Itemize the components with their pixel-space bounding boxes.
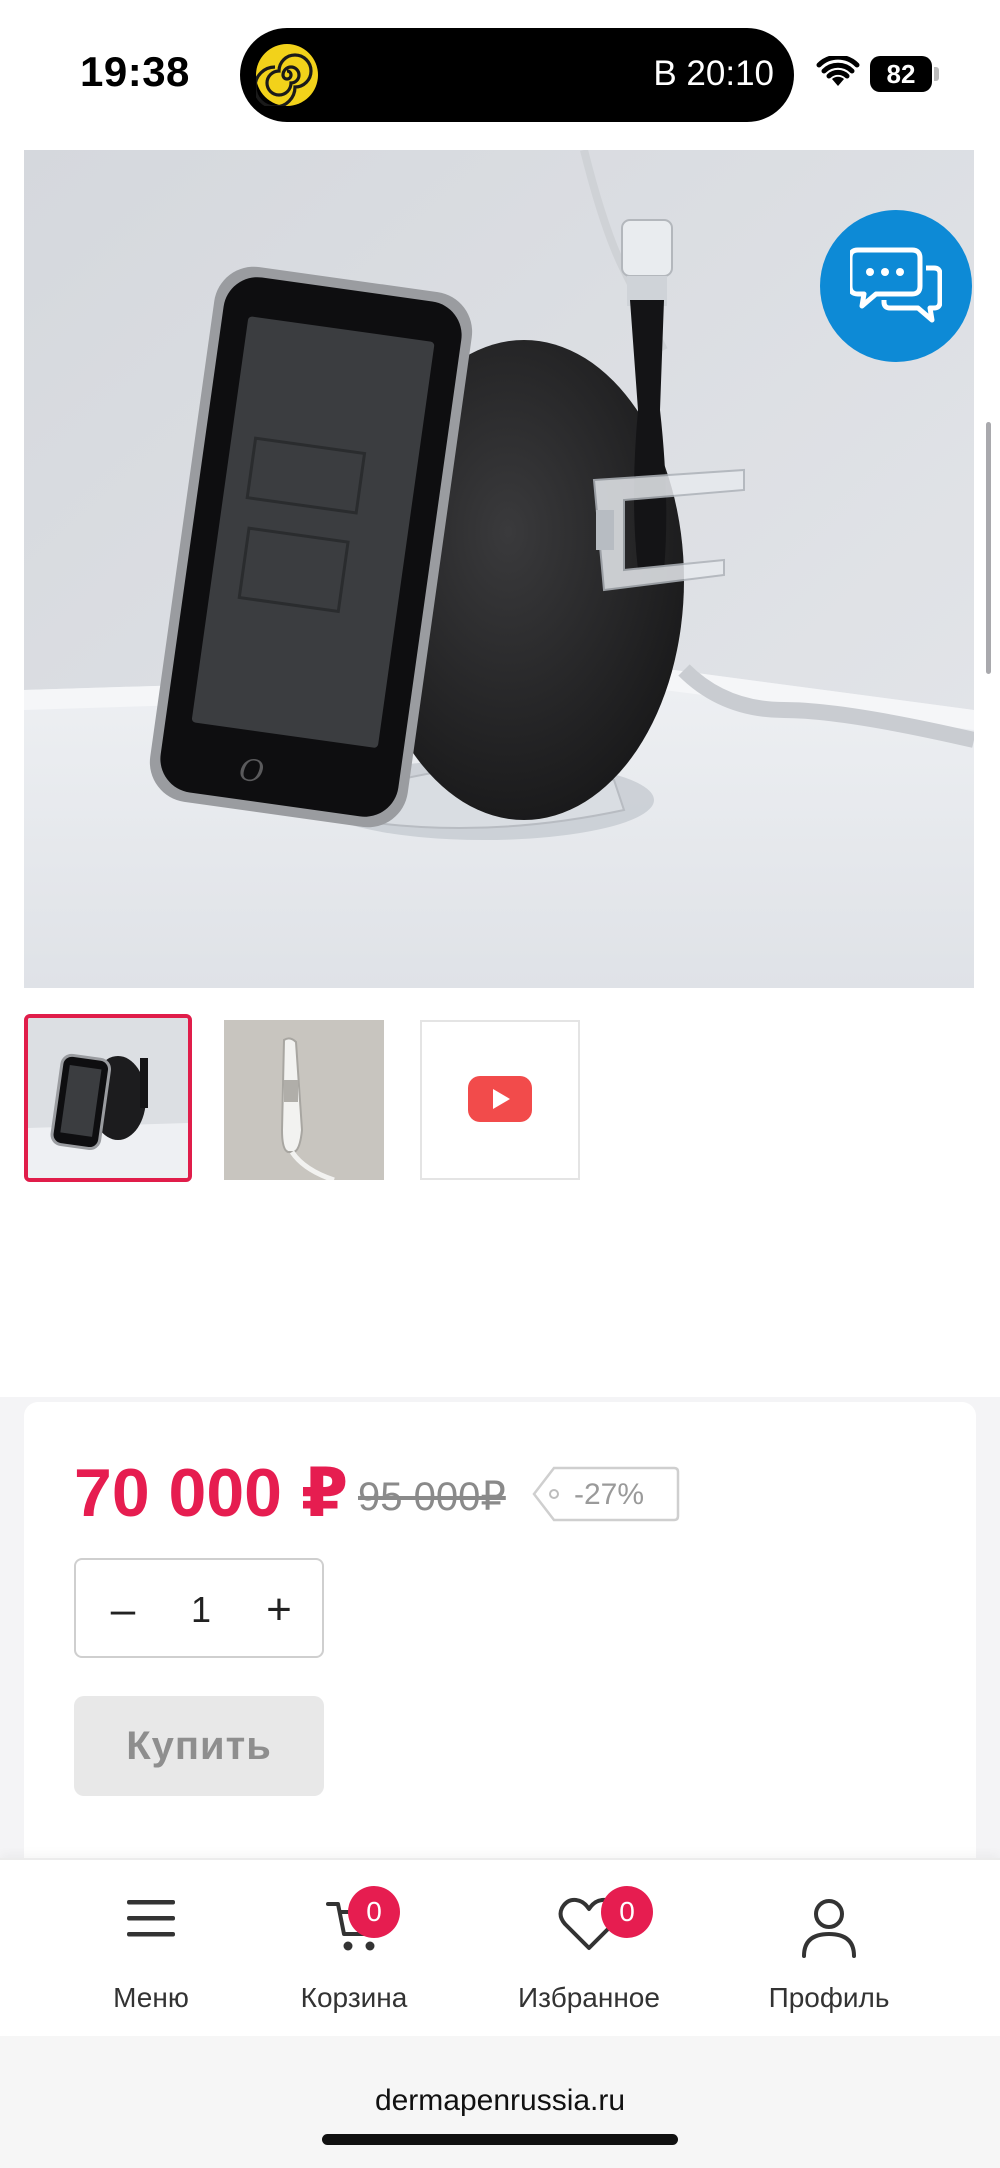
scrollbar[interactable] xyxy=(986,422,991,674)
app-spiral-icon xyxy=(256,44,318,106)
nav-favorites[interactable]: 0 Избранное xyxy=(489,1860,689,2038)
decrease-quantity-button[interactable]: – xyxy=(98,1580,148,1640)
product-page: O xyxy=(0,142,1000,1397)
nav-cart[interactable]: 0 Корзина xyxy=(254,1860,454,2038)
user-icon xyxy=(802,1899,856,1958)
increase-quantity-button[interactable]: + xyxy=(254,1580,304,1640)
chat-bubbles-icon xyxy=(850,247,942,323)
nav-cart-label: Корзина xyxy=(300,1982,408,2013)
dynamic-island[interactable]: В 20:10 xyxy=(240,28,794,122)
thumbnail-video[interactable] xyxy=(420,1020,580,1180)
home-indicator[interactable] xyxy=(322,2134,678,2145)
favorites-count-badge: 0 xyxy=(601,1886,653,1938)
status-time: 19:38 xyxy=(80,48,190,95)
old-price: 95 000₽ xyxy=(358,1475,506,1519)
hamburger-menu-icon xyxy=(127,1900,175,1937)
nav-profile-label: Профиль xyxy=(768,1982,890,2013)
cart-count-badge: 0 xyxy=(348,1886,400,1938)
nav-profile[interactable]: Профиль xyxy=(729,1860,929,2038)
price-card: 70 000 ₽ 95 000₽ -27% – 1 + Купить xyxy=(24,1402,976,1882)
nav-menu-label: Меню xyxy=(113,1982,189,2013)
island-time-text: В 20:10 xyxy=(653,54,774,93)
thumbnail-image-2[interactable] xyxy=(224,1020,384,1180)
quantity-value[interactable]: 1 xyxy=(171,1580,231,1640)
nav-menu[interactable]: Меню xyxy=(51,1860,251,2038)
current-price: 70 000 ₽ xyxy=(74,1455,349,1531)
thumbnail-strip xyxy=(24,1014,624,1184)
status-bar: 19:38 В 20:10 82 xyxy=(0,0,1000,142)
browser-address-bar[interactable]: dermapenrussia.ru xyxy=(0,2036,1000,2168)
chat-button[interactable] xyxy=(820,210,972,362)
quantity-stepper: – 1 + xyxy=(74,1558,324,1658)
buy-button[interactable]: Купить xyxy=(74,1696,324,1796)
thumbnail-image-1[interactable] xyxy=(24,1014,192,1182)
product-main-image[interactable]: O xyxy=(24,150,974,988)
battery-tip xyxy=(934,67,939,81)
discount-badge: -27% xyxy=(532,1466,680,1522)
bottom-navigation: Меню 0 Корзина 0 Избранное Профиль xyxy=(0,1858,1000,2036)
youtube-play-icon xyxy=(468,1076,532,1122)
battery-icon: 82 xyxy=(870,56,932,92)
nav-favorites-label: Избранное xyxy=(518,1982,660,2013)
discount-value: -27% xyxy=(574,1478,645,1511)
url-text[interactable]: dermapenrussia.ru xyxy=(0,2084,1000,2118)
wifi-icon xyxy=(816,54,860,95)
svg-text:O: O xyxy=(237,752,266,790)
